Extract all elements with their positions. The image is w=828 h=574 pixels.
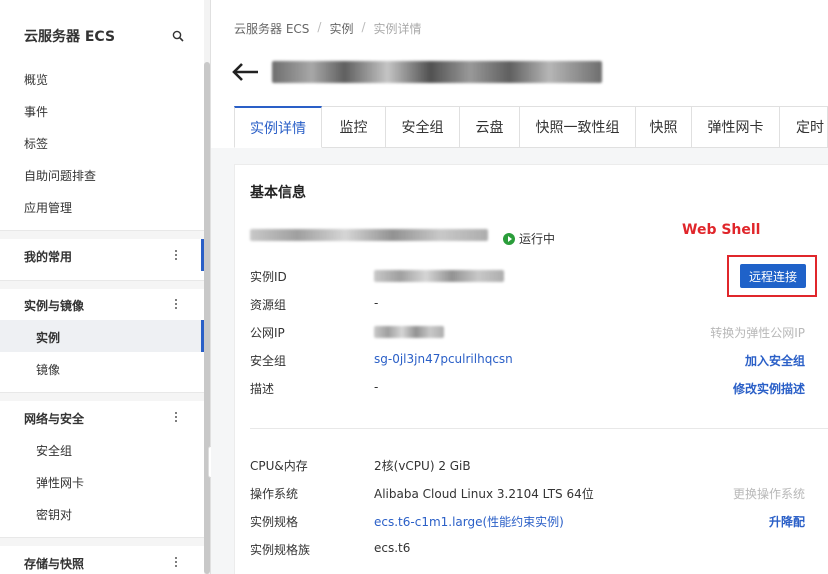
label-security-group: 安全组 (250, 354, 287, 368)
sidebar-active-highlight (0, 320, 204, 352)
redacted-instance-id (374, 270, 504, 282)
section-title-basic-info: 基本信息 (250, 185, 306, 201)
security-group-link[interactable]: sg-0jl3jn47pculrilhqcsn (374, 352, 513, 366)
value-os: Alibaba Cloud Linux 3.2104 LTS 64位 (374, 487, 594, 501)
label-os: 操作系统 (250, 487, 299, 501)
tab-bar: 实例详情 监控 安全组 云盘 快照一致性组 快照 弹性网卡 定时 (234, 106, 828, 148)
convert-eip-link[interactable]: 转换为弹性公网IP (710, 324, 805, 341)
breadcrumb-item-ecs[interactable]: 云服务器 ECS (234, 20, 309, 37)
sidebar-band (0, 281, 204, 289)
tab-monitoring[interactable]: 监控 (322, 106, 386, 148)
sidebar-band (0, 231, 204, 239)
tab-snapshot-consistency-groups[interactable]: 快照一致性组 (520, 106, 636, 148)
more-icon[interactable] (174, 411, 178, 423)
more-icon[interactable] (174, 556, 178, 568)
redacted-public-ip (374, 326, 444, 338)
status-badge: 运行中 (503, 230, 555, 247)
sidebar-item-security-groups[interactable]: 安全组 (36, 442, 72, 459)
instance-type-link[interactable]: ecs.t6-c1m1.large(性能约束实例) (374, 513, 564, 530)
section-divider (250, 428, 828, 429)
sidebar-item-eni[interactable]: 弹性网卡 (36, 474, 84, 491)
label-resource-group: 资源组 (250, 298, 287, 312)
sidebar-item-overview[interactable]: 概览 (24, 71, 48, 88)
instance-name-redacted (250, 226, 488, 244)
value-description: - (374, 380, 379, 394)
sidebar-item-tags[interactable]: 标签 (24, 135, 48, 152)
breadcrumb-separator: / (361, 20, 366, 34)
redacted-instance-name (250, 229, 488, 241)
sidebar-item-app-management[interactable]: 应用管理 (24, 199, 72, 216)
join-security-group-link[interactable]: 加入安全组 (745, 352, 805, 369)
edit-description-link[interactable]: 修改实例描述 (733, 380, 805, 397)
sidebar-group-favorites[interactable]: 我的常用 (24, 248, 72, 265)
sidebar-group-network-security[interactable]: 网络与安全 (24, 410, 84, 427)
page-title-redacted (272, 58, 612, 86)
breadcrumb-item-current: 实例详情 (373, 22, 422, 36)
sidebar-item-troubleshoot[interactable]: 自助问题排查 (24, 167, 96, 184)
breadcrumb-item-instances[interactable]: 实例 (329, 20, 353, 37)
remote-connect-button[interactable]: 远程连接 (740, 264, 806, 288)
sidebar-item-key-pairs[interactable]: 密钥对 (36, 506, 72, 523)
sidebar-item-images[interactable]: 镜像 (36, 361, 60, 378)
webshell-annotation: Web Shell (682, 222, 761, 238)
upgrade-downgrade-link[interactable]: 升降配 (769, 513, 805, 530)
tab-snapshots[interactable]: 快照 (636, 106, 692, 148)
tab-scheduled[interactable]: 定时 (780, 106, 828, 148)
value-cpu-memory: 2核(vCPU) 2 GiB (374, 459, 471, 473)
sidebar: 云服务器 ECS 概览 事件 标签 自助问题排查 应用管理 我的常用 实例与镜像… (0, 0, 204, 574)
running-icon (503, 232, 515, 245)
status-text: 运行中 (519, 232, 556, 246)
label-instance-family: 实例规格族 (250, 543, 311, 557)
tab-security-groups[interactable]: 安全组 (386, 106, 460, 148)
more-icon[interactable] (174, 298, 178, 310)
sidebar-title: 云服务器 ECS (24, 29, 116, 45)
sidebar-item-events[interactable]: 事件 (24, 103, 48, 120)
tab-instance-details[interactable]: 实例详情 (234, 106, 322, 148)
tab-eni[interactable]: 弹性网卡 (692, 106, 780, 148)
sidebar-group-storage-snapshots[interactable]: 存储与快照 (24, 555, 84, 572)
sidebar-band (0, 393, 204, 401)
breadcrumb: 云服务器 ECS / 实例 / 实例详情 (234, 20, 422, 37)
search-icon[interactable] (172, 30, 184, 42)
redacted-instance-title (272, 61, 602, 83)
label-public-ip: 公网IP (250, 326, 285, 340)
breadcrumb-separator: / (317, 20, 322, 34)
more-icon[interactable] (174, 249, 178, 261)
value-resource-group: - (374, 296, 379, 310)
label-cpu-memory: CPU&内存 (250, 459, 308, 473)
change-os-link[interactable]: 更换操作系统 (733, 485, 805, 502)
tab-disks[interactable]: 云盘 (460, 106, 520, 148)
back-arrow-icon[interactable] (232, 62, 260, 82)
label-description: 描述 (250, 382, 275, 396)
sidebar-item-instances[interactable]: 实例 (36, 329, 60, 346)
sidebar-group-instances-images[interactable]: 实例与镜像 (24, 297, 84, 314)
sidebar-band (0, 538, 204, 546)
label-instance-id: 实例ID (250, 270, 287, 284)
label-instance-type: 实例规格 (250, 515, 299, 529)
value-instance-family: ecs.t6 (374, 541, 411, 555)
